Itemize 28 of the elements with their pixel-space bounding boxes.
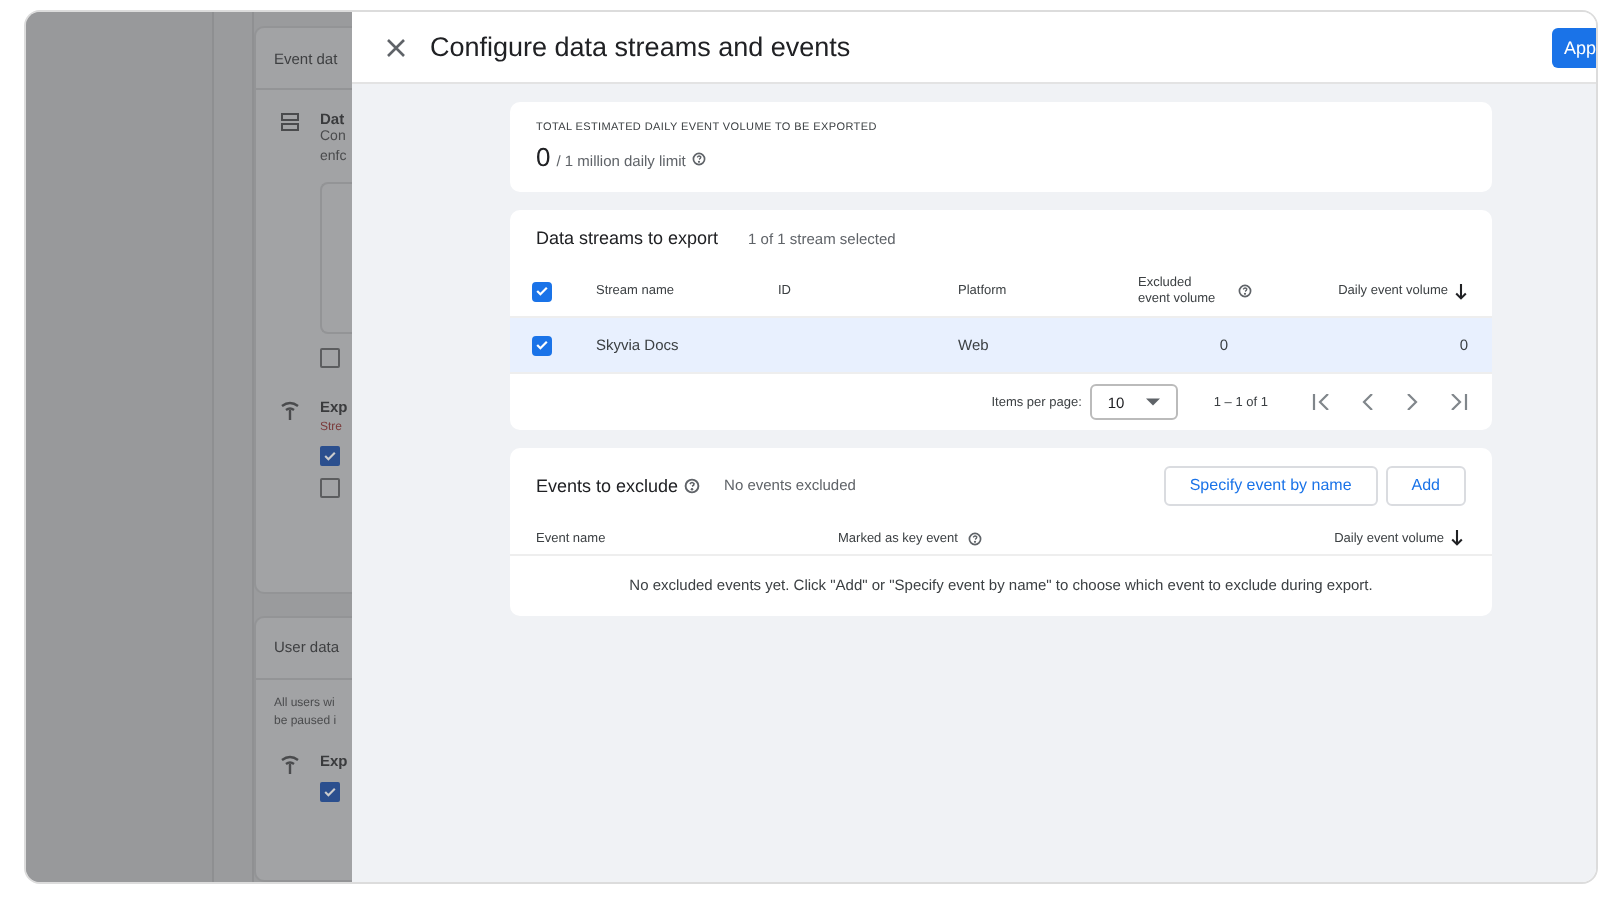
antenna-icon — [280, 753, 300, 774]
checkbox[interactable] — [320, 446, 340, 466]
card-title: Events to exclude — [536, 475, 679, 495]
apply-button[interactable]: App — [1552, 28, 1596, 68]
select-all-checkbox[interactable] — [532, 281, 552, 301]
help-icon[interactable] — [684, 477, 701, 493]
sort-arrow-icon[interactable] — [1450, 530, 1464, 546]
dropdown-arrow-icon — [1145, 398, 1160, 406]
next-page-icon[interactable] — [1406, 394, 1418, 410]
row-checkbox[interactable] — [532, 335, 552, 355]
checkbox[interactable] — [320, 478, 340, 498]
sort-arrow-icon[interactable] — [1454, 283, 1468, 299]
panel-title: Configure data streams and events — [430, 32, 851, 62]
checkbox[interactable] — [320, 348, 340, 368]
outlined-button[interactable]: Specify event by name — [1163, 465, 1378, 505]
help-icon[interactable] — [1238, 284, 1252, 298]
help-icon[interactable] — [967, 531, 982, 545]
checkbox[interactable] — [320, 781, 340, 802]
previous-page-icon[interactable] — [1362, 394, 1374, 410]
card-title: Data streams to export — [536, 228, 719, 248]
volume-value: 0 — [536, 142, 551, 172]
close-icon[interactable] — [386, 37, 406, 57]
outlined-button[interactable]: Add — [1385, 465, 1466, 505]
first-page-icon[interactable] — [1312, 394, 1330, 410]
help-icon[interactable] — [691, 152, 706, 166]
last-page-icon[interactable] — [1450, 394, 1468, 410]
data-icon — [280, 112, 300, 132]
antenna-icon — [280, 400, 300, 420]
